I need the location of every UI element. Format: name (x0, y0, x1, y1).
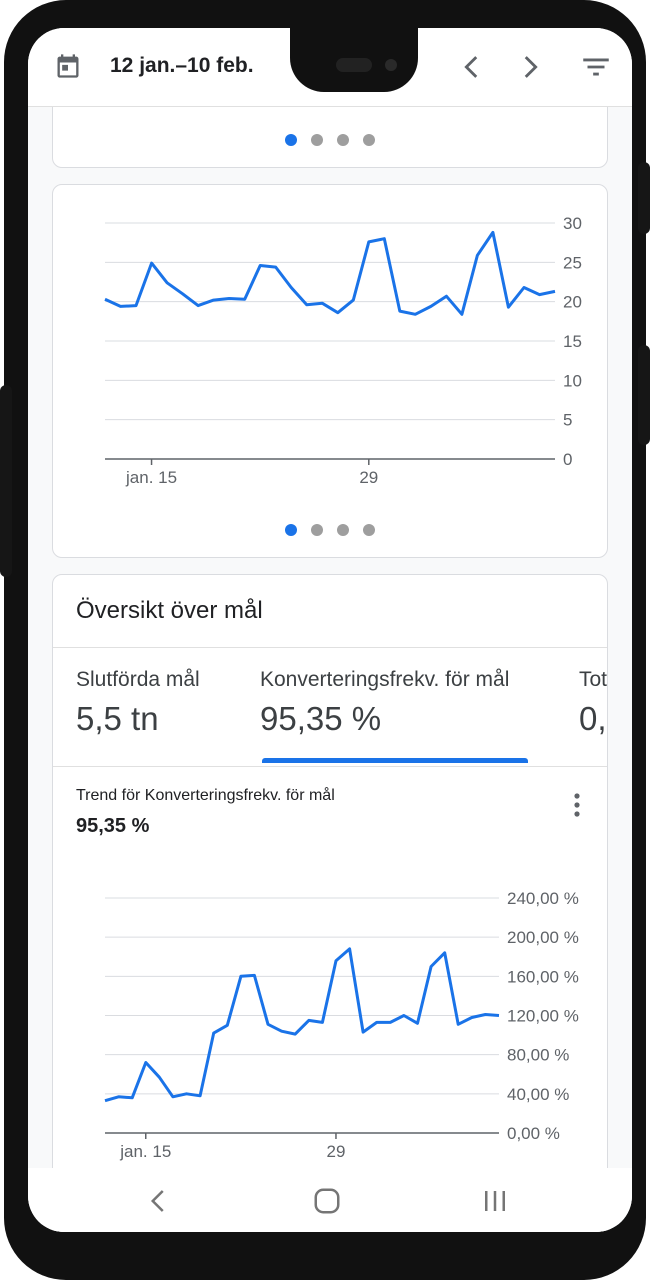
pager-dot[interactable] (363, 524, 375, 536)
y-tick-label: 120,00 % (507, 1007, 579, 1026)
camera-notch (290, 28, 418, 92)
trend-value: 95,35 % (76, 815, 150, 837)
filter-icon[interactable] (579, 50, 613, 84)
metric-tabs: Slutförda mål 5,5 tn Konverteringsfrekv.… (53, 647, 608, 767)
y-tick-label: 240,00 % (507, 889, 579, 908)
series-line (104, 947, 500, 1103)
pager-dot[interactable] (337, 524, 349, 536)
pager-dot[interactable] (311, 524, 323, 536)
more-options-icon[interactable] (567, 791, 587, 819)
tab-value: 5,5 tn (76, 700, 159, 737)
back-icon[interactable] (144, 1186, 174, 1216)
x-tick-label: jan. 15 (119, 1142, 171, 1161)
x-tick-label: 29 (327, 1142, 346, 1161)
y-tick-label: 15 (563, 332, 582, 351)
tab-label: Konverteringsfrekv. för mål (260, 668, 510, 691)
tab-label: Tot (579, 668, 608, 691)
screen: 12 jan.–10 feb. 0 5 10 15 20 25 30 jan. 15 29 (28, 28, 632, 1232)
chart-card: 0 5 10 15 20 25 30 jan. 15 29 (52, 184, 608, 558)
y-tick-label: 20 (563, 293, 582, 312)
y-tick-label: 40,00 % (507, 1085, 569, 1104)
pager-dot[interactable] (285, 134, 297, 146)
recents-icon[interactable] (480, 1186, 510, 1216)
x-tick-label: 29 (359, 468, 378, 487)
y-tick-label: 80,00 % (507, 1046, 569, 1065)
front-camera (385, 59, 397, 71)
overview-title: Översikt över mål (76, 597, 263, 624)
calendar-icon[interactable] (54, 52, 82, 80)
pager-dot[interactable] (311, 134, 323, 146)
y-tick-label: 25 (563, 253, 582, 272)
y-tick-label: 5 (563, 411, 572, 430)
volume-button (638, 162, 650, 234)
y-tick-label: 0 (563, 450, 572, 469)
x-tick-label: jan. 15 (125, 468, 177, 487)
tab-conversion-rate[interactable]: Konverteringsfrekv. för mål 95,35 % (243, 648, 543, 766)
chevron-left-icon[interactable] (455, 50, 489, 84)
pager-dot[interactable] (363, 134, 375, 146)
y-tick-label: 160,00 % (507, 967, 579, 986)
home-icon[interactable] (312, 1186, 342, 1216)
tab-value: 95,35 % (260, 700, 382, 737)
line-chart: 0 5 10 15 20 25 30 jan. 15 29 (104, 214, 582, 487)
tab-completed-goals[interactable]: Slutförda mål 5,5 tn (53, 648, 243, 766)
active-tab-indicator (262, 758, 528, 763)
pager-dot[interactable] (337, 134, 349, 146)
carousel-pager[interactable] (285, 524, 375, 536)
speaker (336, 58, 372, 72)
y-tick-label: 10 (563, 371, 582, 390)
trend-title: Trend för Konverteringsfrekv. för mål (76, 787, 335, 804)
tab-label: Slutförda mål (76, 668, 200, 691)
side-button-left (0, 385, 12, 577)
chevron-right-icon[interactable] (513, 50, 547, 84)
system-nav-bar (28, 1168, 632, 1232)
y-tick-label: 0,00 % (507, 1124, 560, 1143)
power-button (638, 345, 650, 445)
date-range[interactable]: 12 jan.–10 feb. (110, 54, 254, 78)
trend-line-chart: 0,00 % 40,00 % 80,00 % 120,00 % 160,00 % 200,… (104, 889, 579, 1161)
tab-total[interactable]: Tot 0, (553, 648, 608, 766)
y-tick-label: 30 (563, 214, 582, 233)
tab-value: 0, (579, 700, 607, 737)
pager-dot[interactable] (285, 524, 297, 536)
goals-overview-card: Översikt över mål Slutförda mål 5,5 tn K… (52, 574, 608, 1232)
carousel-pager[interactable] (285, 134, 375, 146)
phone-frame: 12 jan.–10 feb. 0 5 10 15 20 25 30 jan. 15 29 (0, 0, 650, 1280)
y-tick-label: 200,00 % (507, 928, 579, 947)
